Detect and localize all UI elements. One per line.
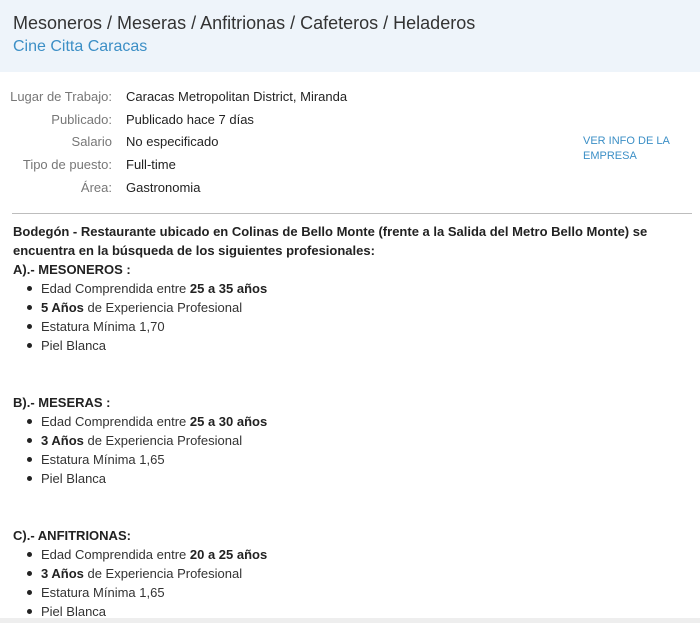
list-item: Estatura Mínima 1,65 [25, 583, 693, 602]
company-info-link[interactable]: VER INFO DE LA EMPRESA [583, 134, 673, 164]
list-item: Piel Blanca [25, 336, 693, 355]
requirements-list: Edad Comprendida entre 25 a 35 años 5 Añ… [13, 279, 693, 355]
requirements-list: Edad Comprendida entre 25 a 30 años 3 Añ… [13, 412, 693, 488]
section-title-anfitrionas: C).- ANFITRIONAS: [13, 528, 131, 543]
detail-label: Área: [80, 179, 112, 195]
job-header: Mesoneros / Meseras / Anfitrionas / Cafe… [0, 0, 700, 72]
detail-value: Publicado hace 7 días [126, 111, 254, 127]
detail-value: No especificado [126, 134, 219, 150]
detail-value: Gastronomia [126, 179, 201, 195]
detail-label: Tipo de puesto: [22, 156, 112, 172]
list-item: 5 Años de Experiencia Profesional [25, 298, 693, 317]
list-item: Edad Comprendida entre 25 a 35 años [25, 279, 693, 298]
list-item: 3 Años de Experiencia Profesional [25, 564, 693, 583]
detail-row-location: Lugar de Trabajo: Caracas Metropolitan D… [0, 85, 700, 108]
bottom-edge [0, 618, 700, 623]
company-name-link[interactable]: Cine Citta Caracas [13, 36, 147, 58]
list-item: 3 Años de Experiencia Profesional [25, 431, 693, 450]
detail-row-published: Publicado: Publicado hace 7 días [0, 108, 700, 131]
list-item: Edad Comprendida entre 20 a 25 años [25, 545, 693, 564]
detail-value: Full-time [126, 156, 176, 172]
list-item: Piel Blanca [25, 469, 693, 488]
job-title: Mesoneros / Meseras / Anfitrionas / Cafe… [13, 13, 476, 33]
detail-label: Lugar de Trabajo: [10, 88, 112, 104]
section-title-meseras: B).- MESERAS : [13, 395, 111, 410]
job-posting-page: Mesoneros / Meseras / Anfitrionas / Cafe… [0, 0, 700, 623]
job-description: Bodegón - Restaurante ubicado en Colinas… [13, 222, 693, 621]
list-item: Edad Comprendida entre 25 a 30 años [25, 412, 693, 431]
detail-row-area: Área: Gastronomia [0, 176, 700, 199]
job-details: Lugar de Trabajo: Caracas Metropolitan D… [0, 72, 700, 213]
description-intro: Bodegón - Restaurante ubicado en Colinas… [13, 224, 648, 258]
list-item: Estatura Mínima 1,70 [25, 317, 693, 336]
detail-label: Publicado: [51, 111, 112, 127]
detail-label: Salario [71, 134, 112, 150]
requirements-list: Edad Comprendida entre 20 a 25 años 3 Añ… [13, 545, 693, 621]
section-divider [12, 213, 692, 214]
detail-value: Caracas Metropolitan District, Miranda [126, 88, 348, 104]
list-item: Estatura Mínima 1,65 [25, 450, 693, 469]
section-title-mesoneros: A).- MESONEROS : [13, 262, 131, 277]
